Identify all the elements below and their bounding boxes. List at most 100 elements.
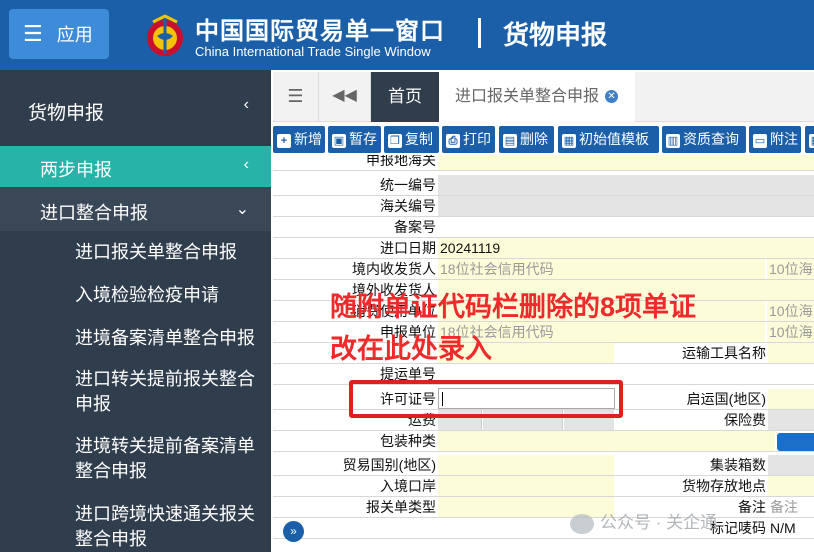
field-label: 申报地海关 (366, 155, 436, 168)
transport-name-field[interactable] (768, 343, 814, 363)
tab-bar: ☰ ◀◀ 首页 进口报关单整合申报 ✕ (273, 72, 814, 122)
sidebar-item-two-step[interactable]: 两步申报 ‹ (0, 146, 271, 187)
field-label: 入境口岸 (380, 478, 436, 494)
tab-import-declaration[interactable]: 进口报关单整合申报 ✕ (439, 72, 635, 122)
form-row: 申报地海关 (273, 155, 814, 171)
print-button[interactable]: ⎙ 打印 (442, 126, 495, 153)
document-icon: ▥ (666, 134, 680, 148)
plus-icon: + (277, 134, 291, 148)
sidebar-item-label: 两步申报 (40, 160, 112, 180)
form-row: 海关编号 (273, 196, 814, 217)
sidebar-subitem[interactable]: 进境转关提前备案清单整合申报 (75, 434, 260, 484)
trade-country-field[interactable] (438, 455, 614, 475)
tab-label: 进口报关单整合申报 (455, 88, 600, 105)
sidebar-item-label: 进口整合申报 (40, 203, 148, 223)
form-row: 入境口岸 货物存放地点 (273, 476, 814, 497)
button-label: 复制 (405, 131, 433, 147)
consignee-credit-code-input[interactable]: 18位社会信用代码 (438, 259, 765, 279)
field-label: 贸易国别(地区) (342, 457, 436, 473)
double-chevron-left-icon[interactable]: ◀◀ (319, 72, 371, 122)
entry-port-field[interactable] (438, 476, 614, 496)
declare-customs-field[interactable] (438, 155, 814, 170)
chevron-left-icon: ‹ (243, 96, 249, 113)
sidebar-item-cargo-declaration[interactable]: 货物申报 ‹ (0, 70, 271, 146)
button-label: 打印 (463, 131, 491, 147)
watermark-text: 公众号 · 关企通 (600, 513, 718, 532)
form-row: 备案号 (273, 217, 814, 238)
origin-country-field[interactable] (768, 389, 814, 409)
form-row: 进口日期 20241119 (273, 238, 814, 259)
customs-no-field (438, 196, 814, 216)
field-label: 货物存放地点 (682, 478, 766, 494)
tab-home[interactable]: 首页 (371, 72, 439, 122)
close-icon[interactable]: ✕ (605, 90, 619, 104)
app-menu-label: 应用 (56, 25, 93, 45)
highlight-box (349, 380, 623, 418)
red-annotation: 随附单证代码栏删除的8项单证 改在此处录入 (330, 286, 696, 370)
button-label: 新增 (294, 131, 322, 147)
chevron-left-icon: ‹ (243, 156, 249, 173)
annotation-line-1: 随附单证代码栏删除的8项单证 (330, 292, 697, 322)
hamburger-icon: ☰ (23, 21, 43, 46)
field-label: 统一编号 (380, 177, 436, 193)
form-row: 境内收发货人 18位社会信用代码 10位海 (273, 259, 814, 280)
double-chevron-right-icon[interactable]: » (283, 521, 304, 542)
initial-template-button[interactable]: ▦ 初始值模板 (558, 126, 659, 153)
insurance-field[interactable] (768, 410, 814, 430)
site-title-en: China International Trade Single Window (195, 44, 431, 59)
more-button[interactable]: ▦ (805, 126, 814, 153)
template-icon: ▦ (562, 134, 576, 148)
field-label: 备案号 (394, 219, 436, 235)
goods-location-field[interactable] (768, 476, 814, 496)
field-label: 进口日期 (380, 240, 436, 256)
site-title-cn: 中国国际贸易单一窗口 (195, 18, 445, 45)
single-window-logo (147, 14, 183, 56)
toolbar: +新增 ▣暂存 ❐复制 ⎙打印 ▤删除 ▦初始值模板 ▥资质查询 ▭附注 ▦ (273, 124, 814, 155)
field-label: 启运国(地区) (686, 391, 766, 407)
app-menu-button[interactable]: ☰ 应用 (9, 9, 109, 59)
qualification-query-button[interactable]: ▥ 资质查询 (662, 126, 746, 153)
field-label: 保险费 (724, 412, 766, 428)
top-header: ☰ 应用 中国国际贸易单一窗口 China International Trad… (0, 0, 814, 70)
field-label: 境内收发货人 (352, 261, 436, 277)
copy-button[interactable]: ❐ 复制 (384, 126, 439, 153)
sidebar-subitem[interactable]: 入境检验检疫申请 (75, 283, 260, 308)
sidebar-item-import-integrated[interactable]: 进口整合申报 ⌄ (0, 187, 271, 231)
delete-button[interactable]: ▤ 删除 (499, 126, 554, 153)
consumer-customs-code-input[interactable]: 10位海 (767, 301, 814, 321)
import-date-field[interactable]: 20241119 (438, 238, 814, 258)
note-button[interactable]: ▭ 附注 (749, 126, 801, 153)
package-select-button[interactable] (777, 433, 814, 451)
annotation-line-2: 改在此处录入 (330, 334, 492, 364)
mark-field[interactable]: N/M (768, 518, 814, 538)
sidebar: 货物申报 ‹ 两步申报 ‹ 进口整合申报 ⌄ 进口报关单整合申报 入境检验检疫申… (0, 70, 271, 552)
package-type-field[interactable] (438, 431, 775, 451)
copy-icon: ❐ (388, 134, 402, 148)
sidebar-subitem[interactable]: 进口跨境快速通关报关整合申报 (75, 502, 260, 552)
record-no-field[interactable] (438, 217, 814, 237)
field-label: 包装种类 (380, 433, 436, 449)
button-label: 资质查询 (683, 131, 739, 147)
sidebar-subitem[interactable]: 进口报关单整合申报 (75, 240, 260, 265)
form-row: 标记唛码 N/M (273, 518, 814, 539)
module-title: 货物申报 (503, 20, 608, 50)
sidebar-subitem[interactable]: 进境备案清单整合申报 (75, 326, 260, 351)
consignee-customs-code-input[interactable]: 10位海 (767, 259, 814, 279)
note-icon: ▭ (753, 134, 767, 148)
grid-icon: ▦ (809, 134, 814, 148)
add-button[interactable]: + 新增 (273, 126, 325, 153)
trash-icon: ▤ (503, 134, 517, 148)
remark-input[interactable]: 备注 (768, 497, 814, 517)
sidebar-item-label: 货物申报 (28, 103, 105, 124)
button-label: 附注 (770, 131, 798, 147)
hamburger-icon[interactable]: ☰ (273, 72, 319, 122)
form-row: 统一编号 (273, 175, 814, 196)
sidebar-subitem[interactable]: 进口转关提前报关整合申报 (75, 367, 260, 417)
declarant-customs-code-input[interactable]: 10位海 (767, 322, 814, 342)
wechat-icon (570, 513, 594, 534)
button-label: 暂存 (349, 131, 377, 147)
form-row: 包装种类 (273, 431, 814, 452)
unified-no-field (438, 175, 814, 195)
button-label: 初始值模板 (579, 131, 649, 147)
save-draft-button[interactable]: ▣ 暂存 (328, 126, 381, 153)
